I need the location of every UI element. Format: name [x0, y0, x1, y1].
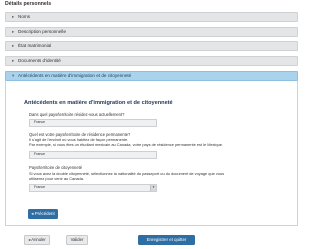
permanent-residence-value: France	[34, 152, 46, 156]
validate-button-label: Valider	[70, 237, 84, 242]
accordion-item-names[interactable]: ▸ Noms	[5, 12, 298, 22]
permanent-residence-field[interactable]: France	[29, 151, 157, 159]
accordion-item-label: Documents d'identité	[18, 58, 61, 63]
cancel-button[interactable]: ◂ Annuler	[24, 235, 50, 245]
accordion-item-label: État matrimonial	[18, 43, 52, 48]
previous-button[interactable]: ◂ Précédent	[28, 209, 58, 219]
dropdown-arrow-icon: ▾	[150, 185, 156, 191]
save-and-exit-button-label: Enregistrer et quitter	[146, 237, 187, 242]
accordion-item-label: Noms	[18, 14, 30, 19]
permanent-residence-hint-2: Par exemple, si vous êtes un étudiant me…	[29, 142, 223, 147]
citizenship-label: Pays/territoire de citoyenneté	[29, 165, 83, 170]
accordion-item-label: Description personnelle	[18, 29, 67, 34]
current-residence-field[interactable]: France	[29, 119, 157, 127]
citizenship-select[interactable]: France ▾	[29, 184, 157, 192]
accordion-item-label: Antécédents en matière d'immigration et …	[18, 73, 132, 78]
accordion-item-identity-documents[interactable]: ▸ Documents d'identité	[5, 56, 298, 66]
accordion-item-marital-status[interactable]: ▸ État matrimonial	[5, 41, 298, 51]
accordion-item-personal-description[interactable]: ▸ Description personnelle	[5, 27, 298, 37]
current-residence-label: Dans quel pays/territoire résidez-vous a…	[29, 112, 125, 117]
validate-button[interactable]: Valider	[66, 235, 88, 245]
section-title: Détails personnels	[5, 1, 52, 7]
panel-heading: Antécédents en matière d'immigration et …	[24, 100, 173, 106]
save-and-exit-button[interactable]: Enregistrer et quitter	[138, 235, 195, 245]
current-residence-value: France	[34, 120, 46, 124]
cancel-button-label: Annuler	[31, 237, 46, 242]
citizenship-value: France	[34, 185, 46, 189]
citizenship-hint-2: utiliserez pour venir au Canada.	[29, 176, 84, 181]
previous-button-label: Précédent	[34, 211, 55, 216]
accordion-item-immigration-history[interactable]: ▾ Antécédents en matière d'immigration et…	[5, 71, 298, 81]
